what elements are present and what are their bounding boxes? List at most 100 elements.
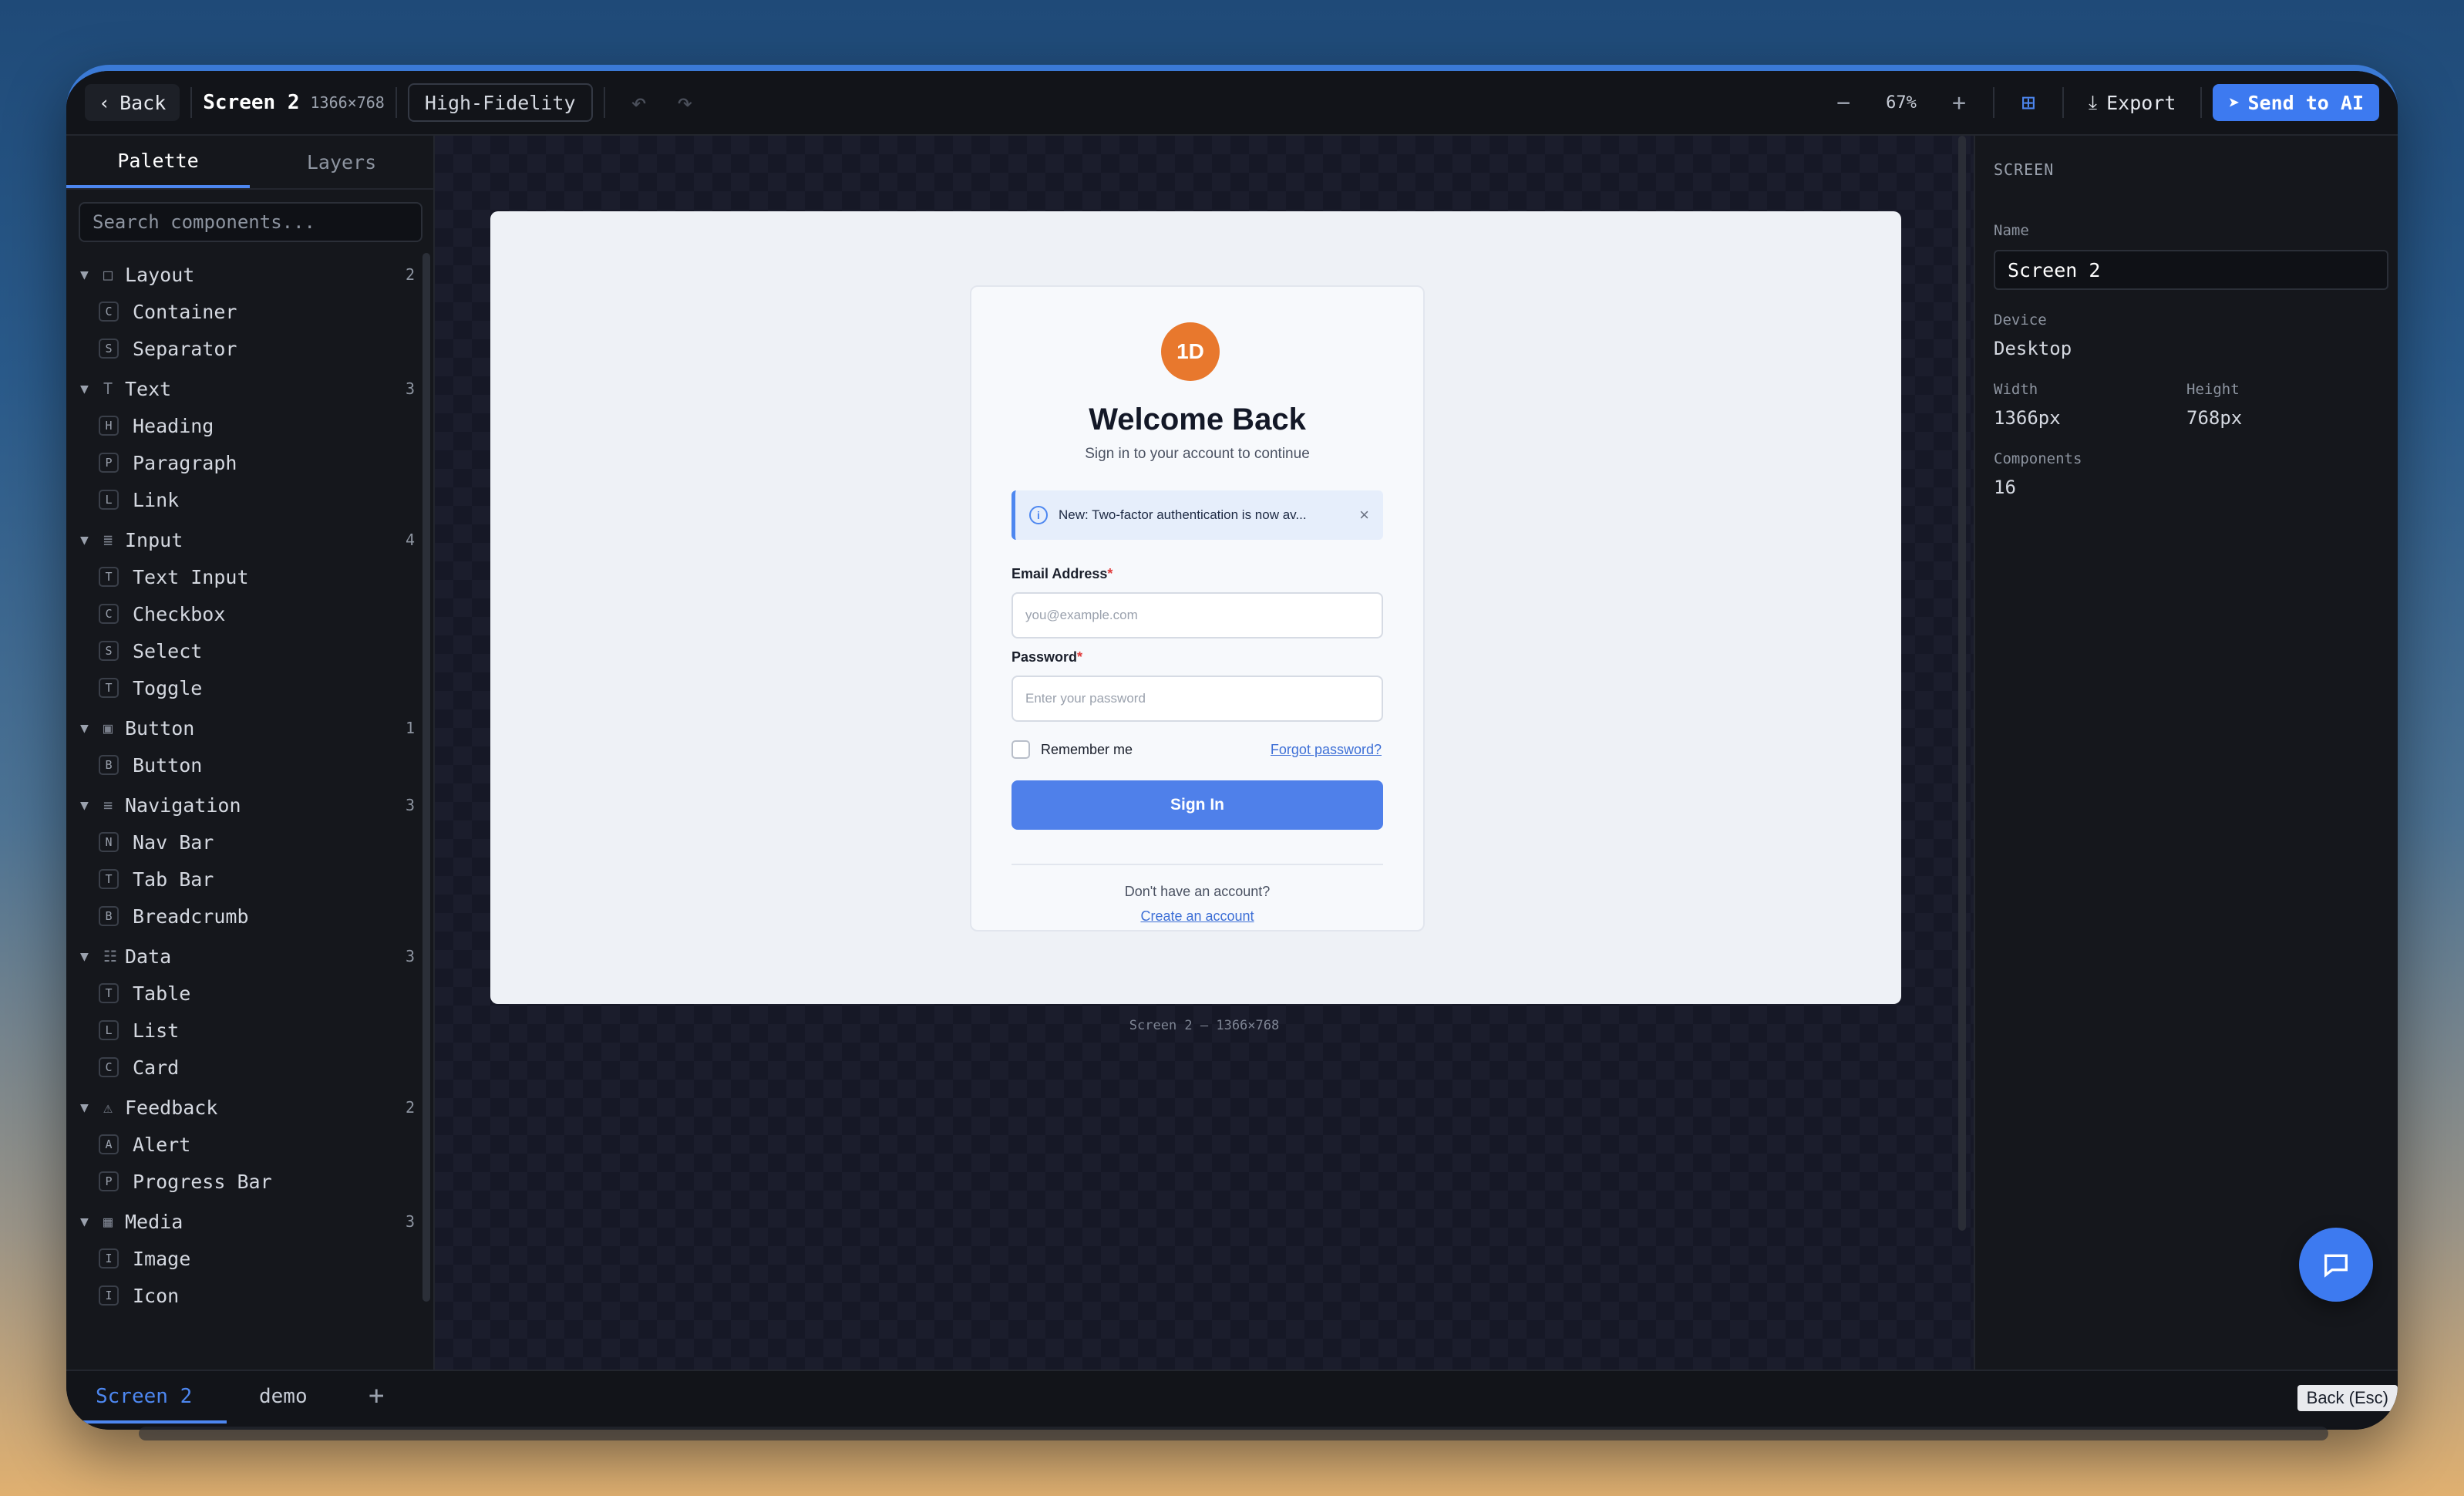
category-navigation[interactable]: ▼ ≡ Navigation 3 [80,787,415,824]
component-badge: I [99,1248,119,1269]
back-button[interactable]: ‹ Back [85,84,180,121]
category-button[interactable]: ▼ ▣ Button 1 [80,709,415,746]
create-account-link[interactable]: Create an account [971,908,1423,925]
component-badge: B [99,906,119,926]
component-badge: A [99,1134,119,1154]
component-item[interactable]: S Separator [80,330,415,367]
palette-scrollbar[interactable] [422,253,430,1302]
category-input[interactable]: ▼ ≣ Input 4 [80,521,415,558]
component-item[interactable]: P Paragraph [80,444,415,481]
screen-frame[interactable]: 1D Welcome Back Sign in to your account … [490,211,1901,1004]
zoom-in-button[interactable]: + [1936,89,1982,116]
component-palette: ▼ □ Layout 2 C Container S Separator ▼ T Text 3 H Hea… [66,253,433,1363]
undo-icon[interactable]: ↶ [616,87,662,118]
component-item[interactable]: I Icon [80,1277,415,1314]
component-label: List [133,1019,180,1042]
chevron-down-icon: ▼ [80,719,89,736]
width-value: 1366px [1994,407,2061,429]
search-input[interactable]: Search components... [79,202,422,242]
tab-layers[interactable]: Layers [250,136,433,188]
component-label: Toggle [133,676,203,699]
width-label: Width [1994,381,2038,398]
remember-me[interactable]: Remember me [1012,740,1133,759]
password-field[interactable]: Enter your password [1012,676,1383,722]
height-value: 768px [2186,407,2243,429]
send-to-ai-button[interactable]: ➤ Send to AI [2213,84,2379,121]
category-media[interactable]: ▼ ▦ Media 3 [80,1203,415,1240]
sign-in-button[interactable]: Sign In [1012,780,1383,830]
download-icon: ⤓ [2089,91,2098,113]
component-item[interactable]: P Progress Bar [80,1163,415,1200]
back-label: Back [119,91,167,114]
category-layout[interactable]: ▼ □ Layout 2 [80,256,415,293]
chat-button[interactable] [2299,1228,2373,1302]
canvas-scrollbar[interactable] [1958,136,1966,1231]
redo-icon[interactable]: ↷ [662,87,709,118]
component-item[interactable]: T Table [80,975,415,1012]
component-badge: I [99,1285,119,1306]
chevron-down-icon: ▼ [80,380,89,397]
component-item[interactable]: I Image [80,1240,415,1277]
zoom-out-button[interactable]: − [1820,89,1867,116]
send-label: Send to AI [2247,91,2364,114]
login-card[interactable]: 1D Welcome Back Sign in to your account … [970,285,1425,932]
height-group: Height 768px [2186,381,2379,429]
category-feedback[interactable]: ▼ ⚠ Feedback 2 [80,1089,415,1126]
component-item[interactable]: C Checkbox [80,595,415,632]
component-label: Separator [133,337,237,360]
component-item[interactable]: T Text Input [80,558,415,595]
screen-tabs-bar: Screen 2 demo + Back (Esc) [66,1370,2398,1430]
components-label: Components [1994,450,2082,467]
component-label: Link [133,488,180,511]
category-text[interactable]: ▼ T Text 3 [80,370,415,407]
fidelity-toggle[interactable]: High-Fidelity [407,83,593,122]
chevron-down-icon: ▼ [80,948,89,965]
close-icon[interactable]: × [1359,505,1369,525]
component-item[interactable]: B Breadcrumb [80,898,415,935]
export-button[interactable]: ⤓ Export [2075,84,2190,121]
component-badge: H [99,416,119,436]
category-icon: T [103,379,113,398]
tab-palette[interactable]: Palette [66,136,250,188]
category-icon: ≡ [103,796,113,814]
component-item[interactable]: N Nav Bar [80,824,415,861]
export-label: Export [2106,91,2176,114]
component-badge: S [99,641,119,661]
component-item[interactable]: B Button [80,746,415,783]
component-item[interactable]: A Alert [80,1126,415,1163]
chat-icon [2324,1254,2348,1278]
remember-label: Remember me [1041,741,1133,757]
tab-screen-2[interactable]: Screen 2 [96,1385,192,1408]
category-label: Layout [125,263,195,286]
category-data[interactable]: ▼ ☷ Data 3 [80,938,415,975]
component-item[interactable]: C Card [80,1049,415,1086]
screen-name-input[interactable]: Screen 2 [1994,250,2388,290]
component-badge: L [99,1020,119,1040]
component-item[interactable]: S Select [80,632,415,669]
component-badge: T [99,678,119,698]
active-tab-indicator [83,1420,227,1424]
tab-demo[interactable]: demo [259,1385,308,1408]
component-label: Text Input [133,565,249,588]
chevron-down-icon: ▼ [80,531,89,548]
component-badge: N [99,832,119,852]
component-item[interactable]: T Toggle [80,669,415,706]
component-item[interactable]: L List [80,1012,415,1049]
name-label: Name [1994,222,2029,239]
email-field[interactable]: you@example.com [1012,592,1383,638]
grid-icon[interactable]: ⊞ [2005,89,2052,116]
component-item[interactable]: L Link [80,481,415,518]
divider [1993,87,1995,118]
forgot-password-link[interactable]: Forgot password? [1271,742,1382,758]
component-badge: L [99,490,119,510]
add-screen-button[interactable]: + [369,1380,384,1411]
component-label: Card [133,1056,180,1079]
component-item[interactable]: T Tab Bar [80,861,415,898]
component-item[interactable]: H Heading [80,407,415,444]
panel-tabs: Palette Layers [66,136,433,190]
component-item[interactable]: C Container [80,293,415,330]
remember-checkbox[interactable] [1012,740,1030,759]
design-canvas[interactable]: 1D Welcome Back Sign in to your account … [435,136,1974,1370]
chevron-left-icon: ‹ [99,91,111,114]
category-icon: ⚠ [103,1098,113,1117]
